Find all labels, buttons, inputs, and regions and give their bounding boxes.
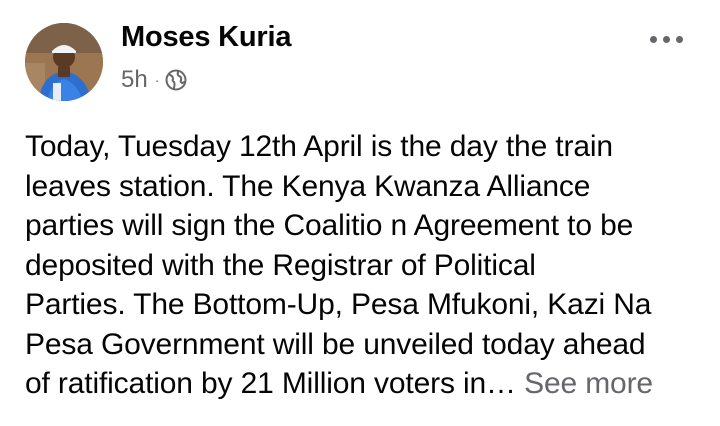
more-dots-icon <box>649 35 657 43</box>
post-text-last-line: of ratification by 21 Million voters in…… <box>25 364 715 404</box>
post-text-line: Pesa Government will be unveiled today a… <box>25 327 646 361</box>
facebook-post: Moses Kuria 5h · Today, Tuesday 12th Apr… <box>0 0 720 426</box>
post-text: Today, Tuesday 12th April is the day the… <box>25 127 715 404</box>
more-dot <box>675 35 683 43</box>
see-more-link[interactable]: See more <box>524 367 653 400</box>
post-text-line: of ratification by 21 Million voters in… <box>25 367 516 400</box>
author-name[interactable]: Moses Kuria <box>121 21 291 54</box>
more-dot <box>662 35 670 43</box>
post-text-line: Today, Tuesday 12th April is the day the… <box>25 130 613 163</box>
post-text-line: Parties. The Bottom-Up, Pesa Mfukoni, Ka… <box>25 288 652 321</box>
meta-separator: · <box>154 72 160 88</box>
post-options-button[interactable] <box>644 24 688 54</box>
globe-icon[interactable] <box>165 69 187 91</box>
post-timestamp[interactable]: 5h <box>121 66 148 94</box>
post-text-line: leaves station. The Kenya Kwanza Allianc… <box>25 169 591 203</box>
post-text-line: parties will sign the Coalitio n Agreeme… <box>25 209 634 242</box>
post-text-line: deposited with the Registrar of Politica… <box>25 248 536 282</box>
avatar[interactable] <box>25 23 103 101</box>
post-meta: 5h · <box>121 66 187 94</box>
avatar-photo <box>25 23 103 101</box>
